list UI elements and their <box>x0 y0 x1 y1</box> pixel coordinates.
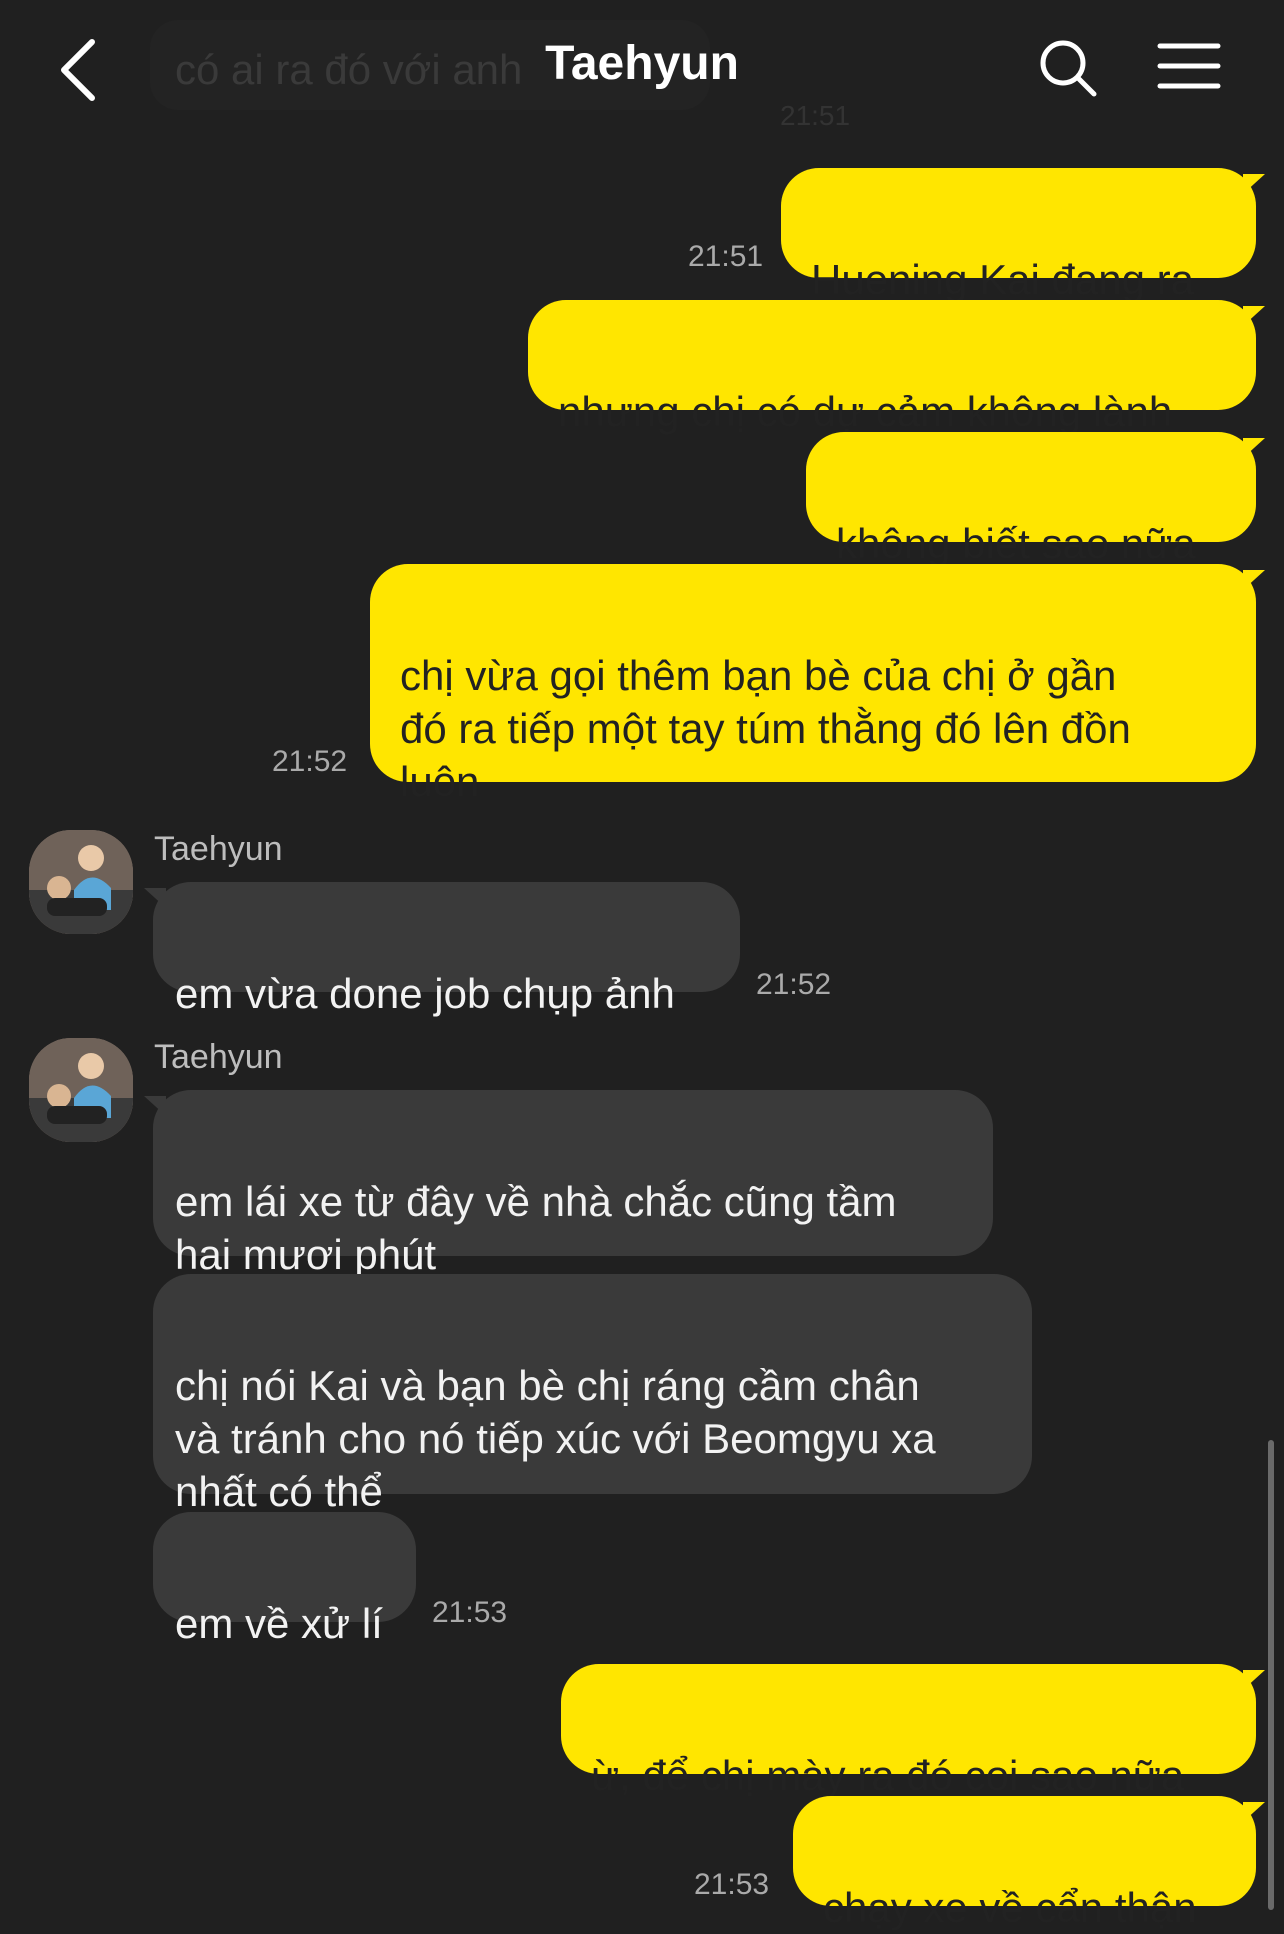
message-time: 21:52 <box>272 745 348 778</box>
message-text: em về xử lí <box>175 1600 383 1647</box>
avatar[interactable] <box>29 1038 133 1142</box>
search-icon <box>1040 40 1097 97</box>
message-time: 21:52 <box>756 968 832 1001</box>
bubble-tail <box>144 888 166 908</box>
bubble-tail <box>1243 1670 1265 1690</box>
avatar-image <box>29 1038 133 1142</box>
message-text: ừ, để chị mày ra đó coi sao nữa <box>591 1752 1185 1799</box>
message-text: em lái xe từ đây về nhà chắc cũng tầm ha… <box>175 1178 897 1278</box>
sender-name: Taehyun <box>154 1038 283 1076</box>
top-bar: có ai ra đó với anh 21:51 Taehyun <box>0 0 1284 150</box>
hamburger-menu-icon <box>1157 43 1221 89</box>
message-time: 21:51 <box>688 240 764 273</box>
bubble-tail <box>1243 1802 1265 1822</box>
avatar-image <box>29 830 133 934</box>
bubble-tail <box>1243 570 1265 590</box>
message-time: 21:53 <box>432 1596 508 1629</box>
outgoing-message[interactable]: nhưng chị có dự cảm không lành <box>528 300 1265 435</box>
incoming-message[interactable]: em lái xe từ đây về nhà chắc cũng tầm ha… <box>144 1090 993 1278</box>
sender-name: Taehyun <box>154 830 283 868</box>
incoming-message[interactable]: em về xử lí <box>153 1512 416 1647</box>
message-text: không biết sao nữa <box>836 520 1196 567</box>
outgoing-message[interactable]: chạy xe về cẩn thận <box>793 1796 1265 1931</box>
outgoing-message[interactable]: chị vừa gọi thêm bạn bè của chị ở gần đó… <box>370 564 1265 805</box>
message-text: nhưng chị có dự cảm không lành <box>558 388 1173 435</box>
bubble-tail <box>144 1096 166 1116</box>
scrollbar[interactable] <box>1268 1440 1274 1910</box>
incoming-message[interactable]: chị nói Kai và bạn bè chị ráng cầm chân … <box>153 1274 1032 1515</box>
message-text: em vừa done job chụp ảnh <box>175 970 675 1017</box>
bubble-tail <box>1243 174 1265 194</box>
menu-button[interactable] <box>1150 30 1230 110</box>
avatar[interactable] <box>29 830 133 934</box>
search-button[interactable] <box>1030 30 1110 110</box>
bubble-tail <box>1243 438 1265 458</box>
incoming-message[interactable]: em vừa done job chụp ảnh <box>144 882 740 1017</box>
outgoing-message[interactable]: Huening Kai đang ra <box>781 168 1265 303</box>
outgoing-message[interactable]: không biết sao nữa <box>806 432 1265 567</box>
message-text: chị vừa gọi thêm bạn bè của chị ở gần đó… <box>400 652 1131 805</box>
message-text: Huening Kai đang ra <box>811 256 1194 303</box>
message-text: chị nói Kai và bạn bè chị ráng cầm chân … <box>175 1362 936 1515</box>
message-text: chạy xe về cẩn thận <box>823 1884 1197 1931</box>
outgoing-message[interactable]: ừ, để chị mày ra đó coi sao nữa <box>561 1664 1265 1799</box>
bubble-tail <box>1243 306 1265 326</box>
previous-message-time: 21:51 <box>780 100 851 131</box>
message-time: 21:53 <box>694 1868 770 1901</box>
